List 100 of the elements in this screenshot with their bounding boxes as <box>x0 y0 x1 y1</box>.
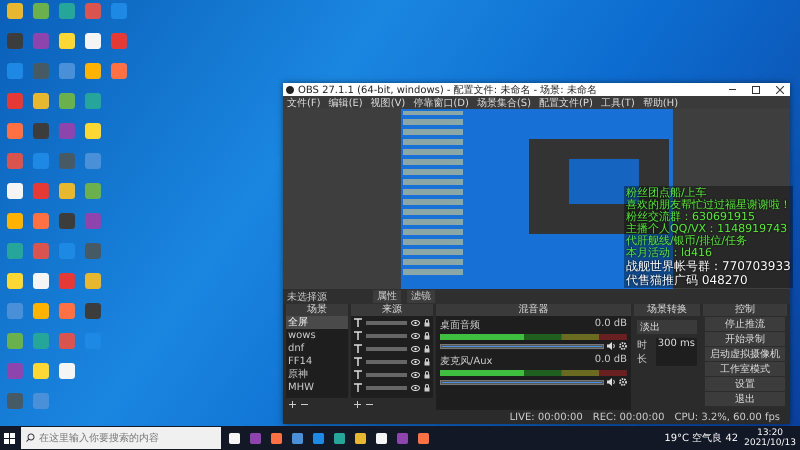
app-icon[interactable] <box>59 363 75 379</box>
app-icon[interactable] <box>33 273 49 289</box>
app-icon[interactable] <box>33 3 49 19</box>
clock-date[interactable]: 2021/10/13 <box>744 438 796 448</box>
add-icon[interactable] <box>354 400 361 408</box>
app-icon[interactable] <box>85 123 101 139</box>
scene-item[interactable]: dnf <box>286 342 348 355</box>
scene-item[interactable]: FF14 <box>286 355 348 368</box>
source-toolbar-button[interactable]: 属性 <box>373 290 401 303</box>
app-icon[interactable] <box>33 123 49 139</box>
app-icon[interactable] <box>59 213 75 229</box>
overlay-text: 本月活动：ld416 <box>626 247 714 259</box>
speaker-icon[interactable] <box>607 342 616 350</box>
duration-field[interactable]: 300 ms <box>656 338 697 366</box>
settings-icon[interactable] <box>619 342 627 350</box>
volume-slider[interactable] <box>440 344 604 348</box>
lock-icon[interactable] <box>424 344 430 352</box>
app-icon[interactable] <box>33 93 49 109</box>
taskbar-search-field[interactable]: 在这里输入你要搜索的内容 <box>21 427 221 449</box>
channel-name: 麦克风/Aux <box>440 354 492 368</box>
app-icon[interactable] <box>7 123 23 139</box>
app-icon[interactable] <box>7 393 23 409</box>
eye-icon[interactable] <box>411 384 420 390</box>
app-icon[interactable] <box>7 273 23 289</box>
text-source-icon <box>354 344 362 353</box>
app-icon[interactable] <box>85 63 101 79</box>
windows-start-icon[interactable] <box>4 432 15 444</box>
menu-item[interactable]: 帮助(H) <box>642 96 678 110</box>
app-icon[interactable] <box>59 3 75 19</box>
weather-text[interactable]: 19°C 空气良 42 <box>664 431 738 445</box>
overlay-text: 代售猫推广码 048270 <box>626 273 749 287</box>
add-icon[interactable] <box>289 400 296 408</box>
app-icon[interactable] <box>59 33 75 49</box>
app-icon[interactable] <box>111 63 127 79</box>
taskbar-app-icon[interactable] <box>229 432 240 444</box>
menu-item[interactable]: 工具(T) <box>600 96 635 110</box>
lock-icon[interactable] <box>424 384 430 392</box>
app-icon[interactable] <box>7 3 23 19</box>
source-name-placeholder <box>366 334 407 338</box>
speaker-icon[interactable] <box>607 378 616 386</box>
menu-item[interactable]: 编辑(E) <box>328 96 363 110</box>
app-icon[interactable] <box>33 303 49 319</box>
scene-item[interactable]: 原神 <box>286 368 348 381</box>
menu-item[interactable]: 停靠窗口(D) <box>413 96 469 110</box>
clock-time[interactable]: 13:20 <box>757 428 784 438</box>
taskbar-app-icon[interactable] <box>355 432 366 444</box>
menu-item[interactable]: 配置文件(P) <box>539 96 593 110</box>
lock-icon[interactable] <box>424 332 430 340</box>
volume-slider[interactable] <box>440 380 604 384</box>
lock-icon[interactable] <box>424 370 430 378</box>
eye-icon[interactable] <box>411 332 420 338</box>
overlay-text: 粉丝交流群：630691915 <box>626 211 756 223</box>
app-icon[interactable] <box>33 363 49 379</box>
lock-icon[interactable] <box>424 318 430 326</box>
app-icon[interactable] <box>7 213 23 229</box>
eye-icon[interactable] <box>411 346 420 352</box>
eye-icon[interactable] <box>411 320 420 326</box>
taskbar-app-icon[interactable] <box>418 432 429 444</box>
app-icon[interactable] <box>59 183 75 199</box>
control-button[interactable]: 退出 <box>705 392 785 406</box>
menu-item[interactable]: 文件(F) <box>287 96 321 110</box>
panel-title: 场景 <box>286 304 348 316</box>
scene-item[interactable]: 全屏 <box>286 316 348 329</box>
settings-icon[interactable] <box>619 378 627 386</box>
source-toolbar-button[interactable]: 滤镜 <box>407 290 435 303</box>
control-button[interactable]: 开始录制 <box>705 332 785 346</box>
app-icon[interactable] <box>85 273 101 289</box>
no-source-label: 未选择源 <box>287 290 328 304</box>
app-icon[interactable] <box>85 33 101 49</box>
control-button[interactable]: 设置 <box>705 377 785 391</box>
source-name-placeholder <box>366 386 407 390</box>
source-name-placeholder <box>366 372 407 376</box>
app-icon[interactable] <box>7 33 23 49</box>
app-icon[interactable] <box>7 183 23 199</box>
app-icon[interactable] <box>7 333 23 349</box>
app-icon[interactable] <box>59 93 75 109</box>
control-button[interactable]: 启动虚拟摄像机 <box>705 347 785 361</box>
status-text: REC: 00:00:00 <box>592 412 664 422</box>
menu-item[interactable]: 场景集合(S) <box>476 96 532 110</box>
duration-label: 时长 <box>637 338 648 366</box>
taskbar-app-icon[interactable] <box>271 432 282 444</box>
overlay-text: 粉丝团点船/上车 <box>626 187 708 199</box>
scene-item[interactable]: wows <box>286 329 348 342</box>
taskbar-app-icon[interactable] <box>376 432 387 444</box>
eye-icon[interactable] <box>411 372 420 378</box>
app-icon[interactable] <box>85 93 101 109</box>
taskbar-app-icon[interactable] <box>334 432 345 444</box>
control-button[interactable]: 停止推流 <box>705 317 785 331</box>
eye-icon[interactable] <box>411 358 420 364</box>
app-icon[interactable] <box>33 213 49 229</box>
scene-item[interactable]: MHW <box>286 381 348 394</box>
menu-item[interactable]: 视图(V) <box>370 96 406 110</box>
lock-icon[interactable] <box>424 358 430 366</box>
channel-reading: 0.0 dB <box>594 354 627 367</box>
text-source-icon <box>354 318 362 327</box>
control-button[interactable]: 工作室模式 <box>705 362 785 376</box>
app-icon[interactable] <box>85 303 101 319</box>
transition-dropdown[interactable]: 淡出 <box>637 320 697 334</box>
channel-reading: 0.0 dB <box>594 318 627 331</box>
app-icon[interactable] <box>85 183 101 199</box>
